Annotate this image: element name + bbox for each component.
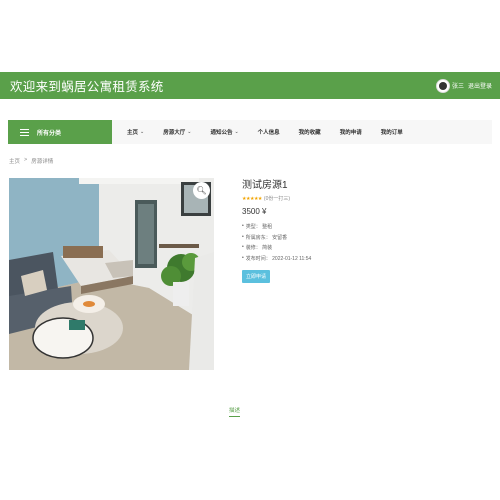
search-icon: 🔍︎: [196, 186, 207, 195]
chevron-down-icon: ⌄: [187, 129, 192, 135]
chevron-down-icon: ⌄: [234, 129, 239, 135]
nav-items: 主页 ⌄ 房源大厅 ⌄ 通知公告 ⌄ 个人信息 我的收藏 我的申请 我的订单: [127, 128, 422, 136]
site-header: 欢迎来到蜗居公寓租赁系统 张三 退出登录: [0, 72, 500, 99]
bullet-icon: •: [242, 233, 244, 240]
breadcrumb-separator: >: [24, 157, 28, 163]
logout-link[interactable]: 退出登录: [468, 81, 492, 90]
nav-item-label: 我的申请: [339, 130, 362, 136]
tab-description[interactable]: 描述: [229, 406, 240, 414]
rating-text: (0份一打三): [263, 196, 291, 202]
bullet-icon: •: [242, 254, 244, 261]
nav-item-label: 我的订单: [380, 130, 403, 136]
site-title: 欢迎来到蜗居公寓租赁系统: [10, 80, 164, 94]
nav-item-favorites[interactable]: 我的收藏: [299, 128, 321, 136]
nav-item-label: 通知公告: [210, 130, 233, 136]
room-photo-illustration: [9, 178, 214, 370]
spec-owner: • 所属房东： 安留香: [242, 234, 311, 241]
breadcrumb-home[interactable]: 主页: [9, 157, 20, 165]
room-photo[interactable]: 🔍︎: [9, 178, 214, 370]
user-name[interactable]: 张三: [452, 81, 464, 90]
tab-active-indicator: [229, 416, 240, 417]
nav-item-profile[interactable]: 个人信息: [258, 128, 280, 136]
spec-publish-time: • 发布时间： 2022-01-12 11:54: [242, 255, 311, 262]
room-detail: 测试房源1 ★★★★★ (0份一打三) 3500 ¥ • 类型： 整租 • 所属房东…: [242, 176, 311, 284]
star-rating-icon: ★★★★★: [242, 195, 262, 202]
nav-item-label: 主页: [127, 130, 139, 136]
spec-type-text: 类型： 整租: [245, 224, 273, 230]
breadcrumb-current: 房源详情: [31, 159, 54, 165]
spec-owner-text: 所属房东： 安留香: [245, 234, 288, 241]
breadcrumb: 主页 > 房源详情: [9, 157, 53, 165]
menu-icon: [20, 128, 29, 136]
nav-item-label: 房源大厅: [163, 130, 186, 136]
room-title: 测试房源1: [242, 180, 288, 191]
room-price: 3500 ¥: [242, 207, 267, 216]
avatar[interactable]: [435, 78, 450, 93]
room-specs: • 类型： 整租 • 所属房东： 安留香 • 装修： 简装 • 发布时间： 2022-0…: [242, 223, 311, 262]
category-label: 所有分类: [37, 130, 62, 137]
nav-item-label: 个人信息: [257, 130, 280, 136]
nav-item-listings[interactable]: 房源大厅 ⌄: [163, 128, 191, 136]
spec-decoration: • 装修： 简装: [242, 244, 311, 251]
nav-item-label: 我的收藏: [298, 130, 321, 136]
nav-item-notices[interactable]: 通知公告 ⌄: [210, 128, 238, 136]
zoom-button[interactable]: 🔍︎: [193, 182, 210, 199]
bullet-icon: •: [242, 244, 244, 251]
rating: ★★★★★ (0份一打三): [242, 195, 311, 203]
nav-item-applications[interactable]: 我的申请: [340, 128, 362, 136]
chevron-down-icon: ⌄: [140, 129, 145, 135]
spec-type: • 类型： 整租: [242, 223, 311, 230]
user-area: 张三 退出登录: [435, 78, 492, 93]
spec-decoration-text: 装修： 简装: [245, 245, 273, 252]
nav-item-home[interactable]: 主页 ⌄: [127, 128, 144, 136]
user-avatar-icon: [438, 81, 447, 90]
nav-item-orders[interactable]: 我的订单: [381, 128, 403, 136]
apply-button[interactable]: 立即申请: [242, 270, 271, 284]
all-categories-button[interactable]: 所有分类: [8, 120, 112, 144]
main-nav: 所有分类 主页 ⌄ 房源大厅 ⌄ 通知公告 ⌄ 个人信息 我的收藏 我的申请 我的订单: [8, 120, 492, 144]
bullet-icon: •: [242, 223, 244, 229]
spec-publish-time-text: 发布时间： 2022-01-12 11:54: [245, 255, 312, 262]
